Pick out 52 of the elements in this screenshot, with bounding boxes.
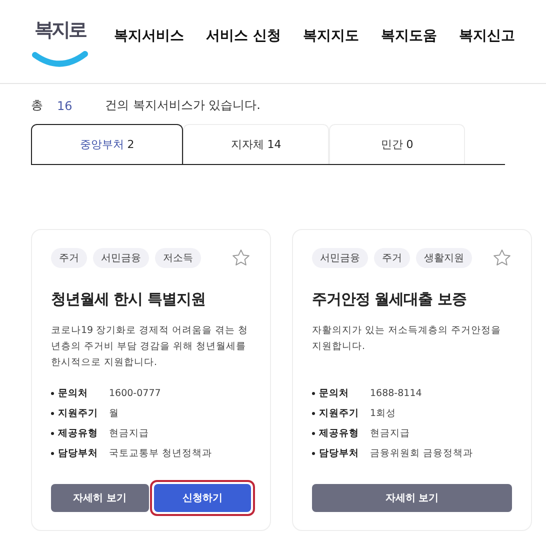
smile-icon — [32, 50, 88, 66]
info-label: 제공유형 — [319, 427, 360, 440]
service-title: 주거안정 월세대출 보증 — [312, 290, 468, 309]
bullet-icon — [312, 412, 315, 415]
nav-link[interactable]: 복지도움 — [380, 26, 437, 44]
info-value: 현금지급 — [109, 427, 149, 440]
bullet-icon — [312, 452, 315, 455]
info-value: 1회성 — [370, 407, 396, 420]
info-value: 국토교통부 청년정책과 — [109, 447, 212, 460]
service-title: 청년월세 한시 특별지원 — [51, 290, 206, 309]
nav-link[interactable]: 복지서비스 — [114, 26, 184, 44]
info-value: 금융위원회 금융정책과 — [370, 447, 474, 460]
total-count: 16 — [57, 98, 74, 112]
category-tag: 서민금융 — [312, 248, 368, 268]
bullet-icon — [51, 412, 54, 415]
details-button[interactable]: 자세히 보기 — [51, 484, 148, 512]
bullet-icon — [312, 392, 315, 395]
tab[interactable]: 지자체 14 — [183, 124, 329, 164]
star-icon[interactable] — [492, 248, 512, 268]
bullet-icon — [51, 452, 54, 455]
info-label: 문의처 — [58, 387, 89, 400]
nav-link[interactable]: 복지지도 — [302, 26, 359, 44]
service-description: 자활의지가 있는 저소득계층의 주거안정을 지원합니다. — [312, 324, 502, 354]
info-label: 문의처 — [319, 387, 350, 400]
nav-link[interactable]: 복지신고 — [458, 26, 515, 44]
info-value: 1688-8114 — [370, 388, 422, 399]
details-button[interactable]: 자세히 보기 — [312, 484, 512, 512]
total-label: 총 — [31, 97, 44, 114]
tab[interactable]: 민간 0 — [329, 124, 465, 164]
bullet-icon — [51, 432, 54, 435]
info-label: 지원주기 — [58, 407, 99, 420]
bullet-icon — [312, 432, 315, 435]
star-icon[interactable] — [231, 248, 251, 268]
info-value: 1600-0777 — [109, 388, 161, 399]
info-label: 지원주기 — [319, 407, 360, 420]
info-label: 담당부처 — [58, 447, 99, 460]
category-tag: 생활지원 — [416, 248, 472, 268]
nav-link[interactable]: 서비스 신청 — [206, 26, 281, 44]
service-description: 코로나19 장기화로 경제적 어려움을 겪는 청년층의 주거비 부담 경감을 위해 청년월세를 한시적으로 지원합니다. — [51, 324, 250, 370]
category-tag: 서민금융 — [93, 248, 149, 268]
summary-text: 건의 복지서비스가 있습니다. — [105, 97, 260, 114]
apply-button[interactable]: 신청하기 — [154, 484, 251, 512]
bullet-icon — [51, 392, 54, 395]
category-tag: 저소득 — [155, 248, 201, 268]
info-value: 현금지급 — [370, 427, 410, 440]
tab[interactable]: 중앙부처 2 — [31, 124, 183, 164]
info-value: 월 — [109, 407, 119, 420]
logo[interactable]: 복지로 — [34, 16, 86, 68]
category-tag: 주거 — [51, 248, 87, 268]
info-label: 담당부처 — [319, 447, 360, 460]
category-tag: 주거 — [374, 248, 410, 268]
info-label: 제공유형 — [58, 427, 99, 440]
